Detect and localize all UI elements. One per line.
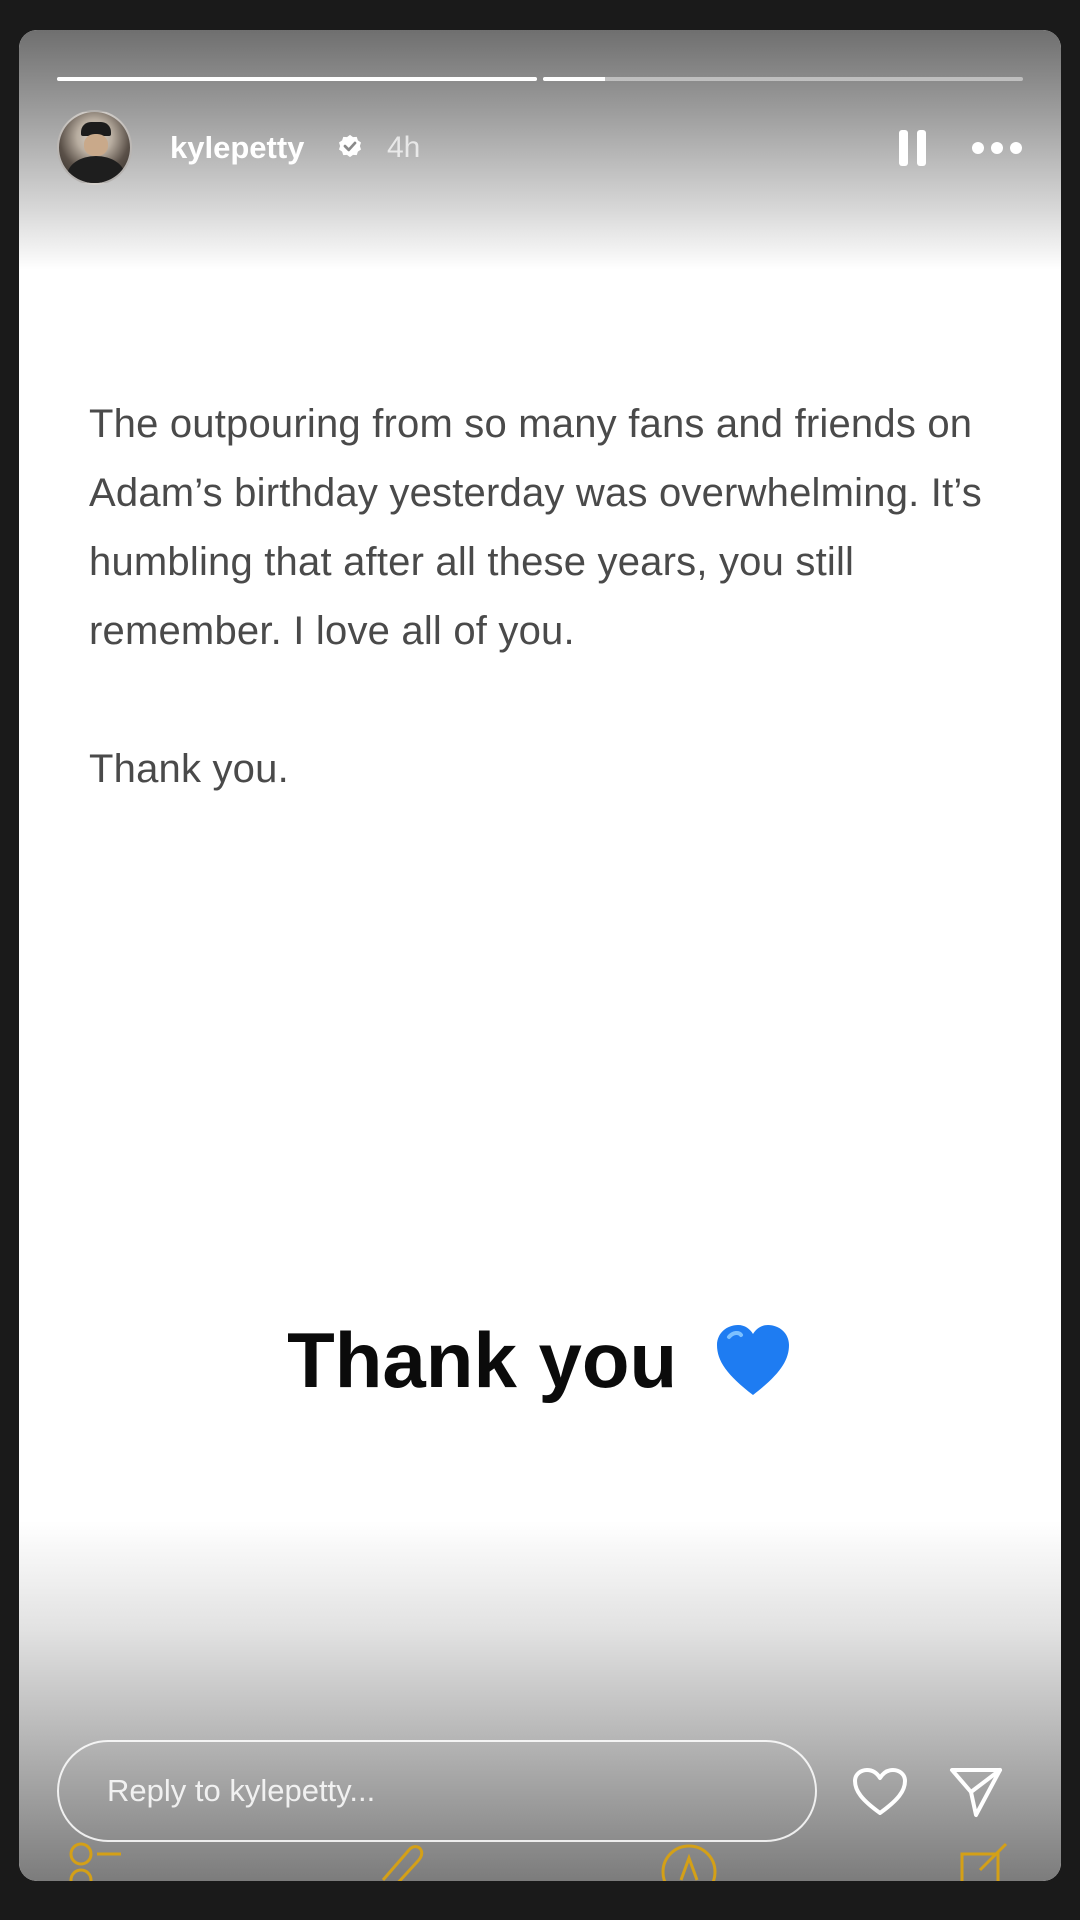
note-paragraph-1: The outpouring from so many fans and fri…: [89, 402, 982, 653]
sticker-text: Thank you: [287, 1316, 678, 1404]
avatar[interactable]: [57, 110, 132, 185]
verified-badge-icon: [339, 134, 361, 158]
checklist-icon: [69, 1842, 121, 1881]
pause-icon[interactable]: [895, 128, 931, 168]
story-card[interactable]: kylepetty 4h The outpouring from so many…: [19, 30, 1061, 1881]
notes-toolbar: [19, 1840, 1061, 1881]
note-text: The outpouring from so many fans and fri…: [89, 390, 989, 804]
attachment-icon: [381, 1845, 424, 1881]
reply-input[interactable]: [57, 1740, 817, 1842]
markup-icon: [661, 1844, 717, 1881]
compose-icon: [960, 1842, 1008, 1881]
blue-heart-icon: [716, 1325, 789, 1396]
username[interactable]: kylepetty: [170, 130, 304, 166]
progress-segment-2: [543, 77, 1023, 81]
story-header: kylepetty 4h: [57, 110, 1023, 186]
thank-you-sticker: Thank you: [19, 1310, 1061, 1410]
more-options-icon[interactable]: [971, 136, 1023, 160]
progress-segment-1: [57, 77, 537, 81]
story-progress: [57, 77, 1023, 81]
progress-fill-1: [57, 77, 537, 81]
progress-fill-2: [543, 77, 606, 81]
send-icon[interactable]: [949, 1765, 1003, 1819]
heart-outline-icon[interactable]: [852, 1767, 908, 1817]
post-time: 4h: [387, 131, 421, 164]
note-paragraph-2: Thank you.: [89, 747, 289, 791]
